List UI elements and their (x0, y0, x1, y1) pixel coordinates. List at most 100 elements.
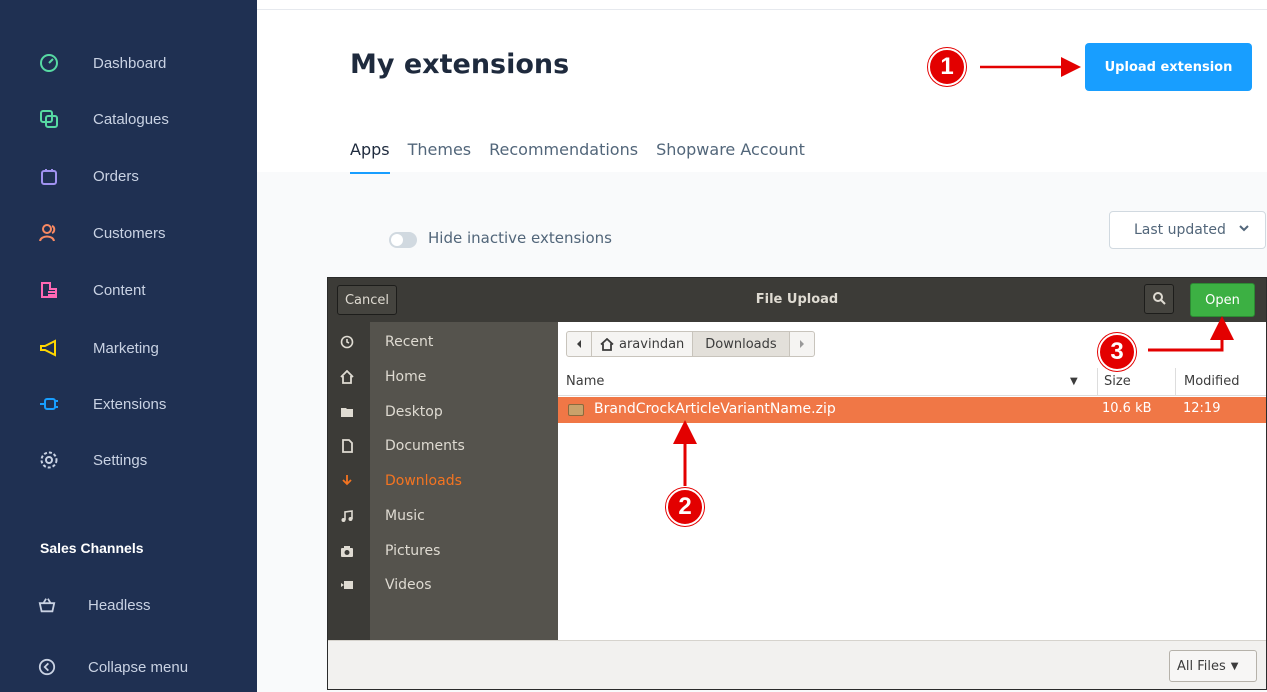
collapse-menu-label: Collapse menu (88, 658, 189, 676)
sidebar-item-label: Marketing (93, 339, 159, 357)
shopping-bag-icon (38, 165, 60, 187)
place-videos[interactable]: Videos (328, 568, 558, 602)
sidebar-item-extensions[interactable]: Extensions (0, 384, 257, 424)
archive-icon (568, 404, 584, 416)
place-label: Desktop (385, 404, 443, 420)
plug-icon (38, 393, 60, 415)
megaphone-icon (38, 337, 60, 359)
sidebar: Dashboard Catalogues Orders Customers Co… (0, 0, 257, 692)
sidebar-item-label: Extensions (93, 395, 167, 413)
sidebar-item-marketing[interactable]: Marketing (0, 328, 257, 368)
dialog-header: File Upload Cancel Open (328, 278, 1266, 322)
chevron-left-icon (577, 340, 581, 348)
chevron-down-icon (1237, 221, 1251, 239)
video-icon (338, 576, 356, 594)
tab-shopware-account[interactable]: Shopware Account (656, 140, 805, 174)
column-size-header[interactable]: Size (1097, 368, 1131, 396)
sidebar-item-label: Catalogues (93, 110, 169, 128)
hide-inactive-toggle[interactable] (389, 232, 417, 248)
sidebar-item-label: Customers (93, 224, 166, 242)
place-label: Downloads (385, 473, 462, 489)
hide-inactive-label: Hide inactive extensions (428, 229, 612, 247)
place-label: Recent (385, 334, 434, 350)
sidebar-item-orders[interactable]: Orders (0, 156, 257, 196)
tab-themes[interactable]: Themes (408, 140, 472, 174)
filter-value: All Files (1177, 658, 1226, 674)
place-downloads[interactable]: Downloads (328, 464, 558, 498)
tab-bar: Apps Themes Recommendations Shopware Acc… (350, 140, 805, 174)
camera-icon (338, 542, 356, 560)
place-label: Documents (385, 438, 465, 454)
places-sidebar: Recent Home Desktop Documents Downloads … (328, 322, 558, 640)
users-icon (38, 222, 60, 244)
gear-icon (38, 449, 60, 471)
place-label: Music (385, 508, 425, 524)
download-icon (338, 472, 356, 490)
caret-down-icon: ▼ (1230, 660, 1239, 672)
file-size: 10.6 kB (1102, 401, 1152, 416)
sidebar-item-label: Headless (88, 596, 151, 614)
sidebar-item-customers[interactable]: Customers (0, 213, 257, 253)
sidebar-item-dashboard[interactable]: Dashboard (0, 43, 257, 83)
path-segment-label: aravindan (619, 336, 685, 352)
place-label: Home (385, 369, 427, 385)
tab-recommendations[interactable]: Recommendations (489, 140, 638, 174)
chevron-right-icon (799, 340, 804, 348)
column-name-header[interactable]: Name (566, 374, 604, 389)
catalogue-icon (38, 108, 60, 130)
place-desktop[interactable]: Desktop (328, 395, 558, 429)
upload-extension-button[interactable]: Upload extension (1085, 43, 1252, 91)
column-modified-header[interactable]: Modified (1175, 368, 1239, 396)
dialog-title: File Upload (755, 292, 839, 307)
cancel-button[interactable]: Cancel (337, 285, 397, 315)
sidebar-item-catalogues[interactable]: Catalogues (0, 99, 257, 139)
app-root: Dashboard Catalogues Orders Customers Co… (0, 0, 1267, 692)
sidebar-item-headless[interactable]: Headless (0, 585, 257, 625)
sidebar-item-label: Orders (93, 167, 139, 185)
annotation-badge-2: 2 (666, 488, 704, 526)
annotation-badge-3: 3 (1098, 333, 1136, 371)
sales-channels-title: Sales Channels (40, 540, 144, 556)
annotation-badge-1: 1 (928, 48, 966, 86)
sidebar-item-label: Settings (93, 451, 148, 469)
search-icon (1152, 290, 1166, 309)
place-home[interactable]: Home (328, 360, 558, 394)
sort-down-icon: ▼ (1070, 376, 1078, 387)
folder-icon (338, 403, 356, 421)
place-documents[interactable]: Documents (328, 429, 558, 463)
sidebar-item-content[interactable]: Content (0, 270, 257, 310)
top-divider (257, 9, 1267, 10)
chevron-left-circle-icon (36, 656, 58, 678)
gauge-icon (38, 52, 60, 74)
path-segment-home[interactable]: aravindan (592, 332, 694, 356)
place-recent[interactable]: Recent (328, 325, 558, 359)
place-label: Videos (385, 577, 432, 593)
sidebar-item-label: Dashboard (93, 54, 167, 72)
sidebar-item-label: Content (93, 281, 146, 299)
content-icon (38, 279, 60, 301)
file-list-header: Name ▼ Size Modified (558, 368, 1266, 396)
path-forward-button[interactable] (790, 332, 814, 356)
sort-select-value: Last updated (1134, 222, 1226, 238)
path-segment-label: Downloads (705, 336, 777, 352)
open-button[interactable]: Open (1190, 283, 1255, 317)
place-label: Pictures (385, 543, 441, 559)
home-icon (600, 337, 614, 351)
path-back-button[interactable] (567, 332, 592, 356)
place-pictures[interactable]: Pictures (328, 534, 558, 568)
place-music[interactable]: Music (328, 499, 558, 533)
music-icon (338, 507, 356, 525)
search-button[interactable] (1144, 284, 1174, 314)
path-segment-downloads[interactable]: Downloads (693, 332, 790, 356)
file-type-filter-select[interactable]: All Files ▼ (1169, 650, 1257, 682)
dialog-footer: All Files ▼ (328, 640, 1266, 689)
document-icon (338, 437, 356, 455)
sidebar-item-settings[interactable]: Settings (0, 440, 257, 480)
clock-icon (338, 333, 356, 351)
file-name: BrandCrockArticleVariantName.zip (594, 401, 836, 417)
sort-select[interactable]: Last updated (1109, 211, 1266, 249)
home-icon (338, 368, 356, 386)
tab-apps[interactable]: Apps (350, 140, 390, 174)
collapse-menu-button[interactable]: Collapse menu (0, 647, 257, 687)
file-row[interactable]: BrandCrockArticleVariantName.zip 10.6 kB… (558, 397, 1266, 423)
